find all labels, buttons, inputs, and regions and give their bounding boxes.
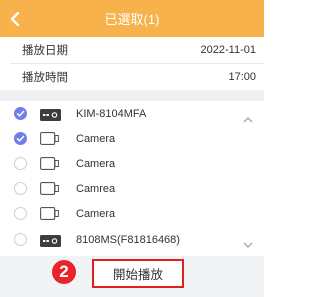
device-row-8108ms[interactable]: 8108MS(F81816468) [0, 226, 264, 253]
camera-icon [40, 207, 61, 225]
checkbox-unchecked[interactable] [14, 157, 27, 170]
checkbox-unchecked[interactable] [14, 182, 27, 195]
checkbox-checked[interactable] [14, 107, 27, 120]
camera-icon [40, 132, 61, 150]
camera-row[interactable]: Camera [0, 126, 264, 151]
check-icon [16, 110, 25, 117]
device-label: Camera [76, 132, 116, 145]
chevron-down-icon[interactable] [243, 236, 253, 254]
camera-icon [40, 182, 61, 200]
play-date-row[interactable]: 播放日期 2022-11-01 [0, 37, 264, 63]
device-label: Camera [76, 207, 116, 220]
back-button[interactable] [10, 0, 34, 37]
dvr-icon [40, 234, 61, 252]
device-label: Camera [76, 157, 116, 170]
section-separator [0, 90, 264, 101]
play-time-row[interactable]: 播放時間 17:00 [0, 64, 264, 90]
play-date-label: 播放日期 [22, 45, 68, 57]
start-playback-button[interactable]: 開始播放 [92, 259, 184, 288]
app-header: 已選取(1) [0, 0, 264, 37]
device-label: KIM-8104MFA [76, 107, 147, 120]
camera-icon [40, 157, 61, 175]
check-icon [16, 135, 25, 142]
step-badge: 2 [52, 260, 76, 284]
camera-row[interactable]: Camera [0, 201, 264, 226]
device-row-kim8104mfa[interactable]: KIM-8104MFA [0, 101, 264, 126]
play-time-label: 播放時間 [22, 72, 68, 84]
page-title: 已選取(1) [104, 12, 160, 27]
camera-row[interactable]: Camrea [0, 176, 264, 201]
device-label: 8108MS(F81816468) [76, 233, 180, 246]
checkbox-checked[interactable] [14, 132, 27, 145]
device-label: Camrea [76, 182, 116, 195]
play-time-value: 17:00 [228, 71, 256, 83]
chevron-left-icon [10, 11, 20, 26]
camera-row[interactable]: Camera [0, 151, 264, 176]
checkbox-unchecked[interactable] [14, 233, 27, 246]
checkbox-unchecked[interactable] [14, 207, 27, 220]
dvr-icon [40, 108, 61, 126]
play-date-value: 2022-11-01 [200, 44, 256, 56]
